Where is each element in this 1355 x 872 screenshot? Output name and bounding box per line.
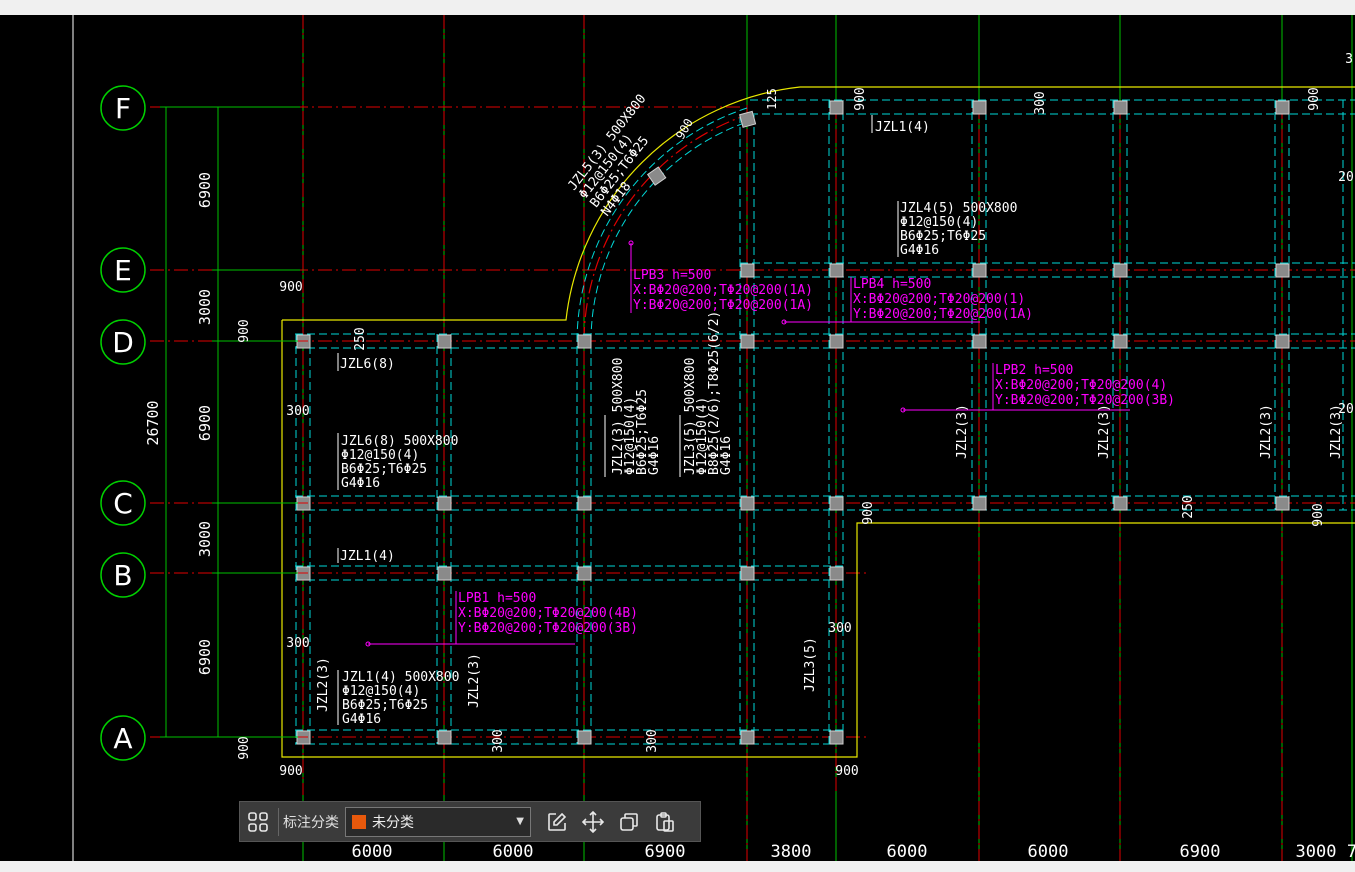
dim-300-bottom-2: 300 (645, 729, 660, 752)
dim-900-a: 900 (237, 736, 252, 759)
lpb4-x: X:BΦ20@200;TΦ20@200(1) (853, 292, 1025, 307)
jzl2-c3-label: JZL2(3) (1259, 404, 1274, 459)
dim-900-bottom-left: 900 (279, 764, 302, 779)
dim-row-fe: 6900 (196, 172, 214, 208)
jzl1-top-label: JZL1(4) (875, 120, 930, 135)
dim-row-ed: 3000 (196, 289, 214, 325)
dim-col-6: 6000 (1028, 842, 1069, 861)
dim-300-top-right: 300 (1033, 91, 1048, 114)
paste-icon[interactable] (647, 804, 683, 840)
jzl2-mid-label: JZL2(3) (467, 653, 482, 708)
lpb1-x: X:BΦ20@200;TΦ20@200(4B) (458, 606, 638, 621)
category-label: 标注分类 (283, 814, 339, 831)
dim-900-far-right-c: 900 (1311, 503, 1326, 526)
dim-900-right-f: 900 (853, 87, 868, 110)
dim-900-bottom-right: 900 (835, 764, 858, 779)
dim-250-top: 250 (353, 327, 368, 350)
lpb2-name: LPB2 h=500 (995, 363, 1073, 378)
jzl6-rebar: B6Φ25;T6Φ25 (341, 462, 427, 477)
axis-label-f: F (115, 92, 131, 125)
lpb3-x: X:BΦ20@200;TΦ20@200(1A) (633, 283, 813, 298)
grid-lines (302, 15, 1353, 861)
copy-icon[interactable] (611, 804, 647, 840)
lpb3-name: LPB3 h=500 (633, 268, 711, 283)
jzl4-stirrup: Φ12@150(4) (900, 215, 978, 230)
dim-300-bottom-1: 300 (491, 729, 506, 752)
jzl1-stirrup: Φ12@150(4) (342, 684, 420, 699)
category-color-swatch (352, 814, 366, 829)
dim-row-cb: 3000 (196, 521, 214, 557)
jzl1-mid-label: JZL1(4) (340, 549, 395, 564)
axis-label-c: C (113, 487, 133, 520)
dim-row-dc: 6900 (196, 405, 214, 441)
dim-row-total: 26700 (144, 400, 162, 445)
jzl2-c4-label: JZL2(3) (1329, 404, 1344, 459)
drawing-canvas[interactable]: F E D C B A 6900 3000 6900 3000 6900 267… (0, 15, 1355, 861)
jzl1-rebar: B6Φ25;T6Φ25 (342, 698, 428, 713)
dim-250-right: 250 (1181, 495, 1196, 518)
dim-partial-mid: 20 (1338, 170, 1354, 185)
left-dimension-lines (160, 106, 300, 738)
axis-bubbles (100, 85, 146, 761)
jzl2-left-label: JZL2(3) (316, 657, 331, 712)
beam-lines (295, 99, 1355, 745)
lpb4-y: Y:BΦ20@200;TΦ20@200(1A) (853, 307, 1033, 322)
dim-125: 125 (765, 88, 779, 110)
jzl4-side: G4Φ16 (900, 243, 939, 258)
lpb3-y: Y:BΦ20@200;TΦ20@200(1A) (633, 298, 813, 313)
jzl2-c1-label: JZL2(3) (955, 404, 970, 459)
dim-900-top: 900 (279, 280, 302, 295)
jzl6-label: JZL6(8) 500X800 (341, 434, 458, 449)
lpb1-name: LPB1 h=500 (458, 591, 536, 606)
axis-label-b: B (113, 559, 132, 592)
dim-col-5: 6000 (887, 842, 928, 861)
jzl4-label: JZL4(5) 500X800 (900, 201, 1017, 216)
jzl6-side: G4Φ16 (341, 476, 380, 491)
jzl3-v-side: G4Φ16 (719, 436, 734, 475)
toolbar-divider (278, 807, 279, 836)
dim-300-left-lower: 300 (286, 636, 309, 651)
dim-900-curve: 900 (673, 116, 696, 142)
dim-col-3: 6900 (645, 842, 686, 861)
chevron-down-icon: ▼ (516, 816, 524, 827)
dim-900-d: 900 (237, 319, 252, 342)
axis-label-d: D (112, 326, 134, 359)
lpb2-x: X:BΦ20@200;TΦ20@200(4) (995, 378, 1167, 393)
jzl2-v-side: G4Φ16 (647, 436, 662, 475)
dim-col-4: 3800 (771, 842, 812, 861)
dim-col-7: 6900 (1180, 842, 1221, 861)
grid-menu-icon[interactable] (240, 804, 276, 840)
jzl2-c2-label: JZL2(3) (1097, 404, 1112, 459)
lpb2-y: Y:BΦ20@200;TΦ20@200(3B) (995, 393, 1175, 408)
cad-window: { "axes": { "rows": ["F", "E", "D", "C",… (0, 0, 1355, 872)
edit-icon[interactable] (539, 804, 575, 840)
lpb1-y: Y:BΦ20@200;TΦ20@200(3B) (458, 621, 638, 636)
move-icon[interactable] (575, 804, 611, 840)
dim-900-right-c: 900 (861, 501, 876, 524)
jzl4-rebar: B6Φ25;T6Φ25 (900, 229, 986, 244)
dim-900-far-right: 900 (1307, 87, 1322, 110)
axis-label-a: A (113, 722, 132, 755)
jzl3-right-label: JZL3(5) (803, 637, 818, 692)
category-dropdown[interactable]: 未分类 ▼ (345, 806, 531, 837)
dim-partial-top: 3 (1345, 52, 1353, 67)
lpb4-name: LPB4 h=500 (853, 277, 931, 292)
foundation-outline (281, 86, 1355, 758)
dim-col-partial: 7 (1347, 842, 1355, 861)
jzl6-short-label: JZL6(8) (340, 357, 395, 372)
annotation-toolbar: 标注分类 未分类 ▼ (239, 801, 701, 842)
dim-300-right: 300 (828, 621, 851, 636)
dim-300-left: 300 (286, 404, 309, 419)
jzl6-stirrup: Φ12@150(4) (341, 448, 419, 463)
jzl1-side: G4Φ16 (342, 712, 381, 727)
dim-col-1: 6000 (352, 842, 393, 861)
jzl1-label: JZL1(4) 500X800 (342, 670, 459, 685)
dim-col-2: 6000 (493, 842, 534, 861)
dim-col-8: 3000 (1296, 842, 1337, 861)
category-selected-value: 未分类 (372, 814, 414, 831)
column-markers (296, 100, 1290, 745)
axis-label-e: E (114, 254, 132, 287)
dim-row-ba: 6900 (196, 639, 214, 675)
